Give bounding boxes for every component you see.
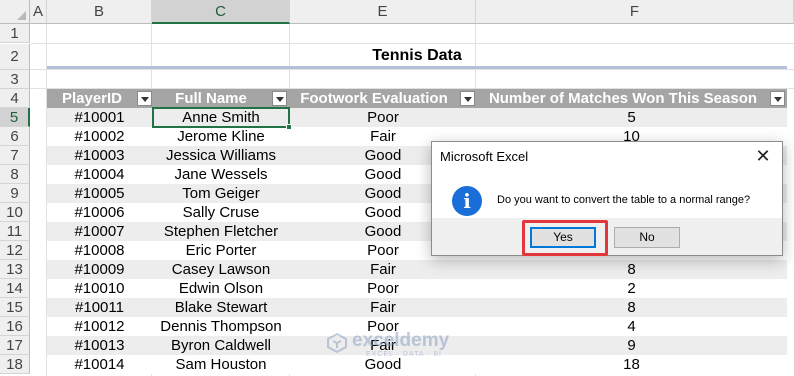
row-header-1[interactable]: 1 (0, 24, 30, 43)
filter-dropdown-icon[interactable] (460, 91, 475, 106)
row-header-8[interactable]: 8 (0, 165, 30, 184)
column-header-f[interactable]: F (476, 0, 794, 24)
row-header-2[interactable]: 2 (0, 44, 30, 70)
cell-matches-won[interactable]: 2 (476, 279, 787, 298)
row-header-13[interactable]: 13 (0, 260, 30, 279)
cell-full-name[interactable]: Jerome Kline (152, 127, 290, 146)
row-header-5[interactable]: 5 (0, 108, 30, 127)
header-player-id: PlayerID (61, 90, 123, 107)
cell-full-name[interactable]: Eric Porter (152, 241, 290, 260)
column-header-c[interactable]: C (152, 0, 290, 24)
filter-dropdown-icon[interactable] (272, 91, 287, 106)
row-header-4[interactable]: 4 (0, 89, 30, 108)
cell-full-name[interactable]: Byron Caldwell (152, 336, 290, 355)
cell-matches-won[interactable]: 4 (476, 317, 787, 336)
cell-player-id[interactable]: #10003 (47, 146, 152, 165)
cell-full-name[interactable]: Casey Lawson (152, 260, 290, 279)
gridline (30, 69, 794, 70)
watermark: exceldemy EXCEL · DATA · BI (326, 330, 476, 360)
cell-player-id[interactable]: #10002 (47, 127, 152, 146)
cell-player-id[interactable]: #10009 (47, 260, 152, 279)
header-matches-won: Number of Matches Won This Season (488, 90, 758, 107)
watermark-name: exceldemy (352, 330, 450, 351)
title-underline (47, 66, 787, 69)
active-cell-selection[interactable] (152, 107, 290, 128)
row-header-6[interactable]: 6 (0, 127, 30, 146)
fill-handle[interactable] (286, 124, 292, 130)
cell-footwork[interactable]: Fair (290, 298, 476, 317)
cell-footwork[interactable]: Poor (290, 108, 476, 127)
row-header-11[interactable]: 11 (0, 222, 30, 241)
row-header-9[interactable]: 9 (0, 184, 30, 203)
cell-full-name[interactable]: Jane Wessels (152, 165, 290, 184)
filter-dropdown-icon[interactable] (137, 91, 152, 106)
cell-player-id[interactable]: #10005 (47, 184, 152, 203)
dialog-message: Do you want to convert the table to a no… (497, 194, 751, 206)
cell-full-name[interactable]: Dennis Thompson (152, 317, 290, 336)
row-header-14[interactable]: 14 (0, 279, 30, 298)
dialog-body: i Do you want to convert the table to a … (432, 174, 782, 224)
watermark-logo-icon (327, 332, 347, 354)
row-header-18[interactable]: 18 (0, 355, 30, 374)
header-full-name: Full Name (175, 90, 247, 107)
cell-player-id[interactable]: #10006 (47, 203, 152, 222)
cell-matches-won[interactable]: 18 (476, 355, 787, 374)
cell-player-id[interactable]: #10010 (47, 279, 152, 298)
close-icon[interactable]: ✕ (750, 144, 776, 168)
yes-button-highlight (522, 220, 608, 256)
cell-player-id[interactable]: #10001 (47, 108, 152, 127)
cell-player-id[interactable]: #10011 (47, 298, 152, 317)
filter-dropdown-icon[interactable] (770, 91, 785, 106)
select-all-corner[interactable] (0, 0, 30, 24)
cell-player-id[interactable]: #10014 (47, 355, 152, 374)
row-header-7[interactable]: 7 (0, 146, 30, 165)
row-header-17[interactable]: 17 (0, 336, 30, 355)
row-header-12[interactable]: 12 (0, 241, 30, 260)
cell-player-id[interactable]: #10012 (47, 317, 152, 336)
cell-footwork[interactable]: Fair (290, 260, 476, 279)
cell-player-id[interactable]: #10008 (47, 241, 152, 260)
cell-full-name[interactable]: Sally Cruse (152, 203, 290, 222)
cell-full-name[interactable]: Jessica Williams (152, 146, 290, 165)
column-header-b[interactable]: B (47, 0, 152, 24)
row-header-3[interactable]: 3 (0, 70, 30, 89)
row-header-15[interactable]: 15 (0, 298, 30, 317)
cell-player-id[interactable]: #10013 (47, 336, 152, 355)
column-header-e[interactable]: E (290, 0, 476, 24)
cell-matches-won[interactable]: 8 (476, 298, 787, 317)
info-icon: i (452, 186, 482, 216)
dialog-title: Microsoft Excel (440, 149, 529, 164)
cell-full-name[interactable]: Blake Stewart (152, 298, 290, 317)
row-header-16[interactable]: 16 (0, 317, 30, 336)
sheet-title: Tennis Data (372, 47, 462, 64)
cell-player-id[interactable]: #10007 (47, 222, 152, 241)
row-header-10[interactable]: 10 (0, 203, 30, 222)
cell-player-id[interactable]: #10004 (47, 165, 152, 184)
cell-matches-won[interactable]: 9 (476, 336, 787, 355)
cell-footwork[interactable]: Poor (290, 279, 476, 298)
header-footwork: Footwork Evaluation (300, 90, 448, 107)
no-button[interactable]: No (614, 227, 680, 248)
column-header-a[interactable]: A (30, 0, 47, 24)
cell-matches-won[interactable]: 5 (476, 108, 787, 127)
cell-full-name[interactable]: Tom Geiger (152, 184, 290, 203)
cell-full-name[interactable]: Sam Houston (152, 355, 290, 374)
cell-matches-won[interactable]: 8 (476, 260, 787, 279)
watermark-tagline: EXCEL · DATA · BI (366, 351, 442, 358)
cell-full-name[interactable]: Stephen Fletcher (152, 222, 290, 241)
cell-full-name[interactable]: Edwin Olson (152, 279, 290, 298)
